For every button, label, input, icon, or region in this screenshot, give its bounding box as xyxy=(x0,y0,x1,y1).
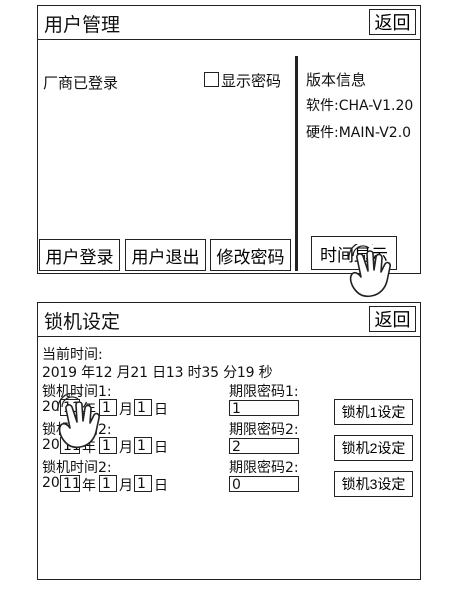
lock-day-unit: 日 xyxy=(154,402,168,418)
hardware-version: 硬件:MAIN-V2.0 xyxy=(306,125,412,141)
expiry-password-label: 期限密码2: xyxy=(229,460,299,476)
lock-2-set-button[interactable]: 锁机2设定 xyxy=(334,435,413,461)
time-minute-unit: 分 xyxy=(223,365,237,381)
current-time-label: 当前时间: xyxy=(42,347,103,363)
lock-day-input[interactable]: 1 xyxy=(134,475,152,492)
expiry-password-label: 期限密码1: xyxy=(229,384,299,400)
time-second: 19 xyxy=(236,365,255,381)
lock-day-unit: 日 xyxy=(154,440,168,456)
lock-month-unit: 月 xyxy=(119,440,133,456)
back-button[interactable]: 返回 xyxy=(369,306,416,332)
lock-year-prefix: 20 xyxy=(42,475,60,491)
pointing-hand-icon xyxy=(348,244,391,298)
expiry-password-input[interactable]: 1 xyxy=(229,400,299,417)
time-day-unit: 日 xyxy=(152,365,166,381)
lock-year-input[interactable]: 11 xyxy=(60,475,81,492)
software-version: 软件:CHA-V1.20 xyxy=(306,98,414,114)
login-status: 厂商已登录 xyxy=(43,74,119,92)
lock-3-set-button[interactable]: 锁机3设定 xyxy=(334,471,413,497)
time-day: 21 xyxy=(130,365,148,381)
lock-settings-panel: 锁机设定 返回 当前时间: 2019 年12 月21 日13 时35 分19 秒… xyxy=(37,302,421,580)
lock-day-input[interactable]: 1 xyxy=(134,437,152,454)
user-logout-button[interactable]: 用户退出 xyxy=(125,239,206,271)
time-month: 12 xyxy=(94,365,113,381)
expiry-password-input[interactable]: 0 xyxy=(229,476,299,493)
page-title: 用户管理 xyxy=(44,14,121,36)
time-hour: 13 xyxy=(165,365,184,381)
expiry-password-label: 期限密码2: xyxy=(229,422,299,438)
user-management-titlebar: 用户管理 返回 xyxy=(38,6,420,40)
user-management-panel: 用户管理 返回 厂商已登录 显示密码 版本信息 软件:CHA-V1.20 硬件:… xyxy=(37,5,421,298)
lock-month-unit: 月 xyxy=(119,402,133,418)
lock-month-unit: 月 xyxy=(119,478,133,494)
user-login-button[interactable]: 用户登录 xyxy=(39,239,120,271)
show-password-label: 显示密码 xyxy=(221,72,282,90)
back-button[interactable]: 返回 xyxy=(369,9,416,35)
time-year-unit: 年 xyxy=(81,365,95,381)
expiry-password-input[interactable]: 2 xyxy=(229,438,299,455)
time-month-unit: 月 xyxy=(116,365,131,381)
change-password-button[interactable]: 修改密码 xyxy=(210,239,291,271)
lock-time-label: 锁机时间2: xyxy=(42,460,112,476)
panel-divider xyxy=(295,56,298,271)
lock-day-input[interactable]: 1 xyxy=(134,399,152,416)
current-time-value: 2019 年12 月21 日13 时35 分19 秒 xyxy=(42,362,273,382)
time-hour-unit: 时 xyxy=(187,365,202,381)
version-title: 版本信息 xyxy=(306,71,367,89)
pointing-hand-icon xyxy=(57,393,100,449)
lock-month-input[interactable]: 1 xyxy=(99,475,117,492)
lock-settings-titlebar: 锁机设定 返回 xyxy=(38,303,420,337)
lock-1-set-button[interactable]: 锁机1设定 xyxy=(334,399,413,425)
time-second-unit: 秒 xyxy=(258,365,273,381)
time-minute: 35 xyxy=(201,365,219,381)
time-year: 2019 xyxy=(42,365,77,381)
lock-year-unit: 年 xyxy=(82,478,96,494)
show-password-checkbox[interactable] xyxy=(204,72,219,87)
lock-day-unit: 日 xyxy=(154,478,168,494)
page-title: 锁机设定 xyxy=(44,311,121,333)
